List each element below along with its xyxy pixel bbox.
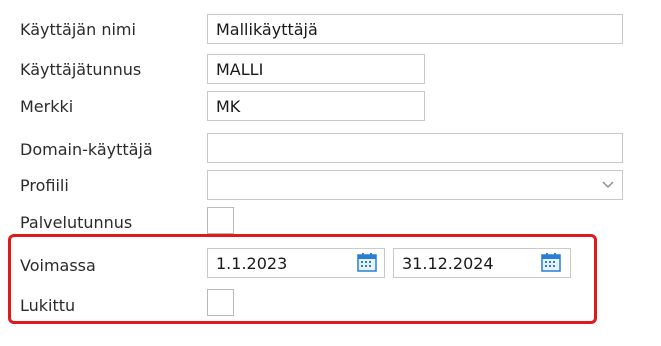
user-id-input[interactable]: MALLI <box>207 54 425 84</box>
domain-user-label: Domain-käyttäjä <box>20 140 153 159</box>
username-input[interactable]: Mallikäyttäjä <box>207 14 623 44</box>
mark-label: Merkki <box>20 97 74 116</box>
valid-label: Voimassa <box>20 256 96 275</box>
locked-checkbox[interactable] <box>207 289 234 316</box>
username-label: Käyttäjän nimi <box>20 20 136 39</box>
service-id-label: Palvelutunnus <box>20 213 133 232</box>
user-id-label: Käyttäjätunnus <box>20 60 142 79</box>
locked-label: Lukittu <box>20 296 76 315</box>
service-id-checkbox[interactable] <box>207 207 234 234</box>
chevron-down-icon[interactable] <box>594 171 622 199</box>
profile-label: Profiili <box>20 176 69 195</box>
profile-select[interactable] <box>207 170 623 200</box>
domain-user-input[interactable] <box>207 133 623 163</box>
calendar-icon[interactable] <box>357 252 377 272</box>
mark-input[interactable]: MK <box>207 91 425 121</box>
calendar-icon[interactable] <box>541 252 561 272</box>
